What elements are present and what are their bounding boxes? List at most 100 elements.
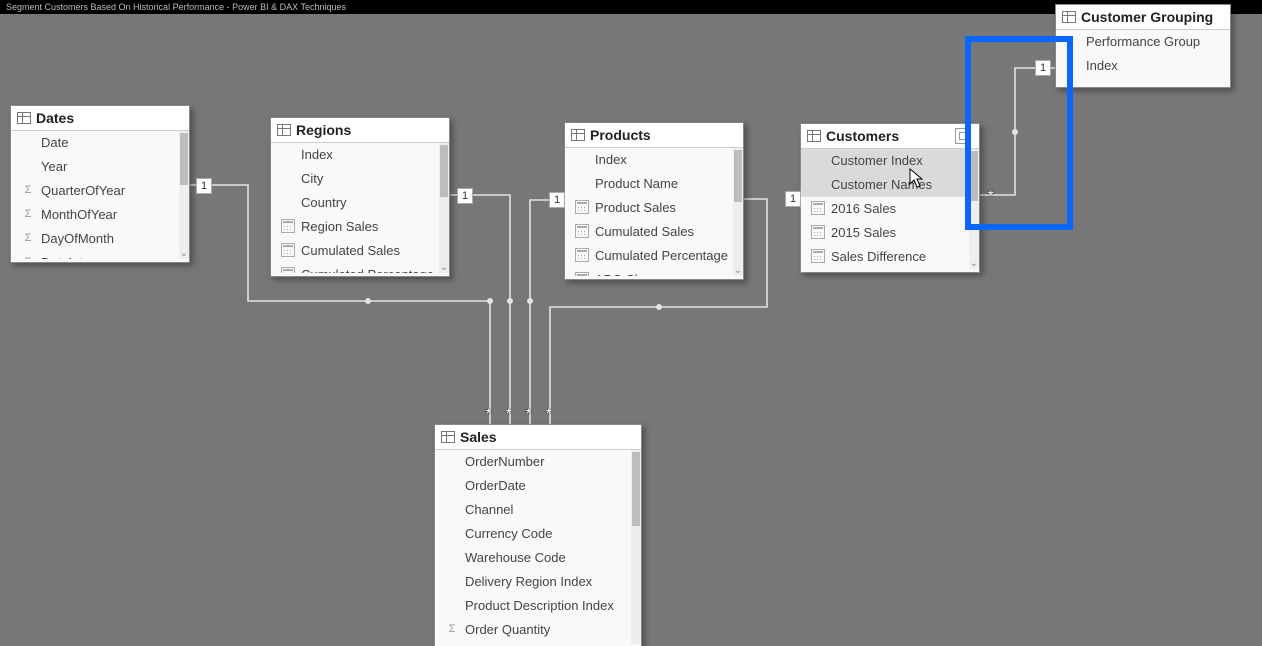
field-item[interactable]: ΣDayOfMonth (11, 227, 189, 251)
scrollbar-thumb[interactable] (734, 150, 742, 202)
field-label: Currency Code (465, 526, 552, 541)
table-mode-icon[interactable] (955, 128, 971, 144)
table-icon (571, 129, 585, 141)
field-label: Customer Names (831, 177, 932, 192)
table-body: OrderNumber OrderDate Channel Currency Code… (435, 450, 641, 644)
table-dates[interactable]: DatesDateYearΣQuarterOfYearΣMonthOfYearΣ… (10, 105, 190, 263)
field-item[interactable]: Cumulated Sales (565, 220, 743, 244)
field-item[interactable]: Sales Difference (801, 245, 979, 269)
field-label: OrderDate (465, 478, 526, 493)
field-item[interactable]: 2015 Sales (801, 221, 979, 245)
table-icon (1062, 11, 1076, 23)
scrollbar-thumb[interactable] (180, 133, 188, 185)
field-item[interactable]: City (271, 167, 449, 191)
field-item[interactable]: OrderDate (435, 474, 641, 498)
table-header[interactable]: Regions (271, 118, 449, 143)
table-grouping[interactable]: Customer Grouping Performance Group Index (1055, 4, 1231, 88)
cardinality-one: 1 (549, 192, 565, 208)
field-item[interactable]: Index (271, 143, 449, 167)
table-regions[interactable]: Regions Index City Country Region Sales Cumul… (270, 117, 450, 277)
table-icon (441, 431, 455, 443)
calculator-icon (811, 201, 825, 215)
table-header[interactable]: Products (565, 123, 743, 148)
calculator-icon (811, 249, 825, 263)
field-label: Sales Difference (831, 249, 926, 264)
field-item[interactable]: Cumulated Percentage (565, 244, 743, 268)
field-item[interactable]: Country (271, 191, 449, 215)
field-item[interactable]: OrderNumber (435, 450, 641, 474)
table-body: Index City Country Region Sales Cumulated Sa… (271, 143, 449, 273)
field-label: QuarterOfYear (41, 183, 125, 198)
field-item[interactable]: Date (11, 131, 189, 155)
field-label: 2015 Sales (831, 225, 896, 240)
field-item[interactable]: Customer Index (801, 149, 979, 173)
field-item[interactable]: Cumulated Sales (271, 239, 449, 263)
table-icon (17, 112, 31, 124)
field-item[interactable]: ΣUnit Price (435, 642, 641, 644)
cardinality-one: 1 (457, 188, 473, 204)
field-item[interactable]: Product Name (565, 172, 743, 196)
field-item[interactable]: Year (11, 155, 189, 179)
field-label: Region Sales (301, 219, 378, 234)
field-item[interactable]: ABC Class (565, 268, 743, 276)
cardinality-many: * (546, 405, 551, 421)
scrollbar[interactable] (439, 143, 449, 273)
field-label: City (301, 171, 323, 186)
field-item[interactable]: Product Description Index (435, 594, 641, 618)
field-item[interactable]: Cumulated Percentage (271, 263, 449, 273)
chevron-down-icon[interactable]: ⌄ (970, 258, 978, 269)
table-body: DateYearΣQuarterOfYearΣMonthOfYearΣDayOf… (11, 131, 189, 259)
field-item[interactable]: ΣMonthOfYear (11, 203, 189, 227)
chevron-down-icon[interactable]: ⌄ (734, 265, 742, 276)
table-header[interactable]: Sales (435, 425, 641, 450)
table-products[interactable]: ProductsIndexProduct NameProduct SalesCu… (564, 122, 744, 280)
field-item[interactable]: ΣDateInt (11, 251, 189, 259)
field-item[interactable]: ΣOrder Quantity (435, 618, 641, 642)
field-label: Index (301, 147, 333, 162)
field-label: Index (1086, 58, 1118, 73)
field-item[interactable]: Index (1056, 54, 1230, 78)
cardinality-one: 1 (196, 178, 212, 194)
field-item[interactable]: Delivery Region Index (435, 570, 641, 594)
field-item[interactable]: Product Sales (565, 196, 743, 220)
table-customers[interactable]: CustomersCustomer Index Customer Names 201… (800, 123, 980, 273)
table-body: Performance Group Index (1056, 30, 1230, 84)
calculator-icon (281, 267, 295, 273)
scrollbar[interactable] (733, 148, 743, 276)
calculator-icon (281, 219, 295, 233)
field-label: Cumulated Percentage (595, 248, 728, 263)
scrollbar[interactable] (631, 450, 641, 644)
field-item[interactable]: Currency Code (435, 522, 641, 546)
table-title: Products (590, 127, 651, 143)
scrollbar-thumb[interactable] (970, 151, 978, 201)
scrollbar-thumb[interactable] (440, 145, 448, 197)
table-title: Dates (36, 110, 74, 126)
field-item[interactable]: Channel (435, 498, 641, 522)
field-item[interactable]: ΣQuarterOfYear (11, 179, 189, 203)
cardinality-one: 1 (785, 191, 801, 207)
table-sales[interactable]: Sales OrderNumber OrderDate Channel Currency… (434, 424, 642, 646)
field-item[interactable]: Region Sales (271, 215, 449, 239)
chevron-down-icon[interactable]: ⌄ (440, 262, 448, 273)
field-item[interactable]: Customer Names (801, 173, 979, 197)
field-label: Performance Group (1086, 34, 1200, 49)
field-item[interactable]: Performance Group (1056, 30, 1230, 54)
table-header[interactable]: Dates (11, 106, 189, 131)
table-icon (277, 124, 291, 136)
field-label: OrderNumber (465, 454, 544, 469)
table-header[interactable]: Customers (801, 124, 979, 149)
field-item[interactable]: 2016 Sales (801, 197, 979, 221)
field-item[interactable]: Warehouse Code (435, 546, 641, 570)
table-header[interactable]: Customer Grouping (1056, 5, 1230, 30)
cardinality-one: 1 (1035, 60, 1051, 76)
calculator-icon (575, 200, 589, 214)
scrollbar[interactable] (179, 131, 189, 259)
scrollbar[interactable] (969, 149, 979, 269)
field-label: DayOfMonth (41, 231, 114, 246)
calculator-icon (575, 224, 589, 238)
field-item[interactable]: Index (565, 148, 743, 172)
chevron-down-icon[interactable]: ⌄ (180, 248, 188, 259)
scrollbar-thumb[interactable] (632, 452, 640, 526)
model-canvas[interactable]: 1 1 1 1 1 * * * * * DatesDateYearΣQuarte… (0, 0, 1262, 646)
table-body: IndexProduct NameProduct SalesCumulated … (565, 148, 743, 276)
